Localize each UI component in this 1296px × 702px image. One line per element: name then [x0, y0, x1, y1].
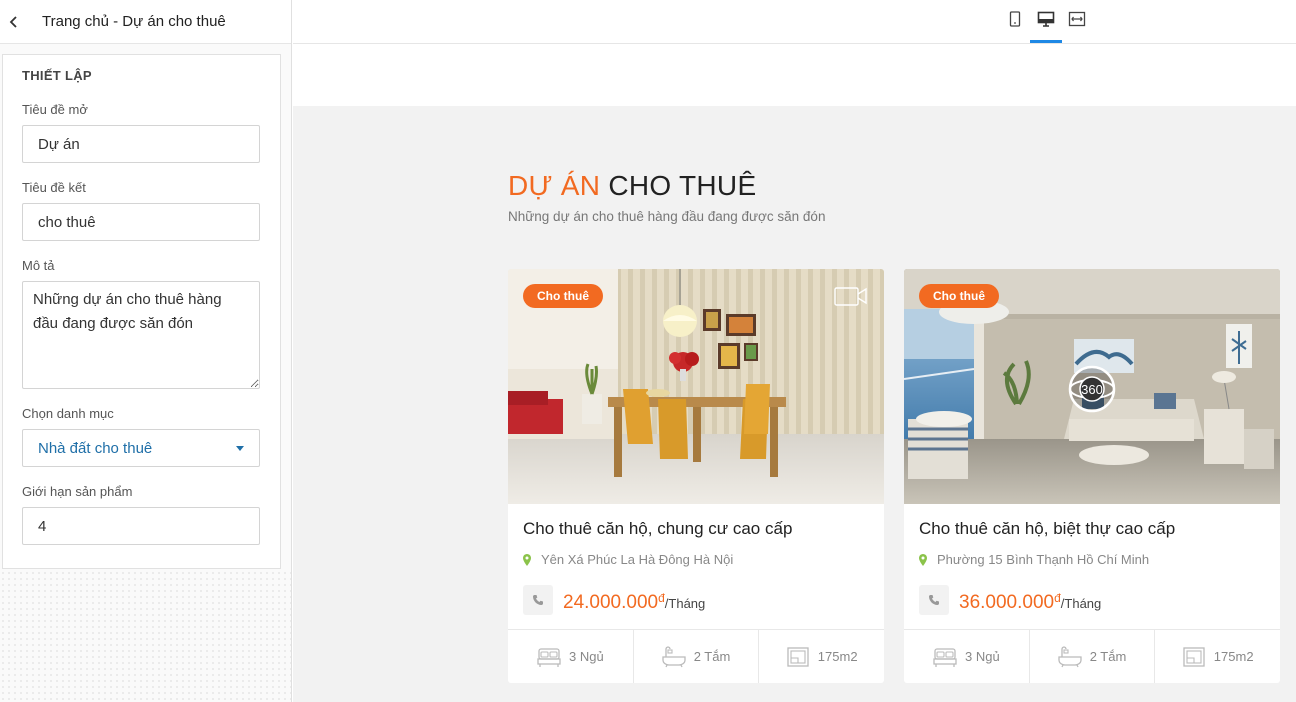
settings-panel: Trang chủ - Dự án cho thuê THIẾT LẬP Tiê… [0, 0, 292, 702]
listing-badge: Cho thuê [919, 284, 999, 308]
close-title-input[interactable] [22, 203, 260, 241]
area-text: 175m2 [817, 649, 858, 664]
property-name[interactable]: Cho thuê căn hộ, chung cư cao cấp [523, 519, 792, 539]
property-features: 3 Ngủ 2 Tắm 175m2 [904, 629, 1280, 683]
property-card[interactable]: Cho thuê Cho thuê căn hộ, chung cư cao c… [508, 269, 884, 683]
settings-heading: THIẾT LẬP [22, 68, 92, 83]
panel-background-pattern [0, 570, 291, 702]
active-view-indicator [1030, 40, 1062, 43]
property-image[interactable]: Cho thuê 360 [904, 269, 1280, 504]
category-label: Chọn danh mục [22, 406, 114, 421]
property-features: 3 Ngủ 2 Tắm 175m2 [508, 629, 884, 683]
feature-area: 175m2 [759, 630, 884, 683]
location-pin-icon [919, 553, 927, 566]
description-textarea[interactable]: Những dự án cho thuê hàng đầu đang được … [22, 281, 260, 389]
bathtub-icon [1058, 645, 1082, 667]
bed-icon [933, 647, 957, 667]
description-label: Mô tả [22, 258, 55, 273]
panel-header: Trang chủ - Dự án cho thuê [0, 0, 291, 44]
view-desktop-button[interactable] [1031, 6, 1061, 32]
feature-bedrooms: 3 Ngủ [508, 630, 634, 683]
property-card[interactable]: Cho thuê 360 Cho thuê căn hộ, biệt thự c… [904, 269, 1280, 683]
price-value: 24.000.000 [563, 592, 659, 613]
mobile-icon [1009, 11, 1021, 27]
page-title: Trang chủ - Dự án cho thuê [42, 13, 226, 30]
section-subtitle: Những dự án cho thuê hàng đầu đang được … [508, 209, 826, 224]
caret-down-icon [236, 445, 244, 451]
bed-icon [537, 647, 561, 667]
open-title-input[interactable] [22, 125, 260, 163]
location-text: Yên Xá Phúc La Hà Đông Hà Nội [541, 552, 734, 567]
price-row: 24.000.000 đ/Tháng [523, 585, 705, 615]
phone-icon [929, 595, 939, 605]
area-text: 175m2 [1213, 649, 1254, 664]
feature-bathrooms: 2 Tắm [1030, 630, 1156, 683]
desktop-icon [1037, 11, 1055, 27]
category-select-value: Nhà đất cho thuê [38, 439, 153, 457]
price-currency: đ [658, 591, 665, 605]
phone-button[interactable] [523, 585, 553, 615]
bedrooms-text: 3 Ngủ [568, 649, 604, 664]
preview-top-spacer [293, 44, 1296, 106]
area-icon [1183, 646, 1205, 667]
bathtub-icon [662, 645, 686, 667]
location-pin-icon [523, 553, 531, 566]
settings-card: THIẾT LẬP Tiêu đề mở Tiêu đề kết Mô tả N… [2, 54, 281, 569]
price-period: /Tháng [664, 596, 706, 611]
category-select[interactable]: Nhà đất cho thuê [22, 429, 260, 467]
listing-badge: Cho thuê [523, 284, 603, 308]
preview-canvas: DỰ ÁN CHO THUÊ Những dự án cho thuê hàng … [293, 106, 1296, 702]
property-image[interactable]: Cho thuê [508, 269, 884, 504]
price-currency: đ [1054, 591, 1061, 605]
bathrooms-text: 2 Tắm [693, 649, 731, 664]
bathrooms-text: 2 Tắm [1089, 649, 1127, 664]
property-location: Yên Xá Phúc La Hà Đông Hà Nội [523, 552, 733, 567]
property-location: Phường 15 Bình Thạnh Hồ Chí Minh [919, 552, 1149, 567]
phone-button[interactable] [919, 585, 949, 615]
video-icon[interactable] [834, 285, 868, 307]
close-title-label: Tiêu đề kết [22, 180, 86, 195]
price-row: 36.000.000 đ/Tháng [919, 585, 1101, 615]
preview-toolbar [293, 0, 1296, 44]
view-mobile-button[interactable] [1000, 6, 1030, 32]
section-title: DỰ ÁN CHO THUÊ [508, 170, 756, 202]
phone-icon [533, 595, 543, 605]
property-name[interactable]: Cho thuê căn hộ, biệt thự cao cấp [919, 519, 1175, 539]
limit-label: Giới hạn sản phẩm [22, 484, 133, 499]
limit-input[interactable] [22, 507, 260, 545]
view-fullwidth-button[interactable] [1062, 6, 1092, 32]
fullwidth-icon [1068, 11, 1086, 27]
360-view-icon[interactable]: 360 [1067, 364, 1117, 414]
section-title-main: CHO THUÊ [608, 170, 757, 201]
open-title-label: Tiêu đề mở [22, 102, 88, 117]
price-period: /Tháng [1060, 596, 1102, 611]
feature-bathrooms: 2 Tắm [634, 630, 760, 683]
feature-area: 175m2 [1155, 630, 1280, 683]
location-text: Phường 15 Bình Thạnh Hồ Chí Minh [937, 552, 1150, 567]
360-view-label: 360 [1081, 382, 1103, 397]
chevron-left-icon [9, 15, 17, 28]
back-button[interactable] [2, 7, 26, 37]
area-icon [787, 646, 809, 667]
section-title-accent: DỰ ÁN [508, 170, 601, 201]
bedrooms-text: 3 Ngủ [964, 649, 1000, 664]
price-value: 36.000.000 [959, 592, 1055, 613]
feature-bedrooms: 3 Ngủ [904, 630, 1030, 683]
